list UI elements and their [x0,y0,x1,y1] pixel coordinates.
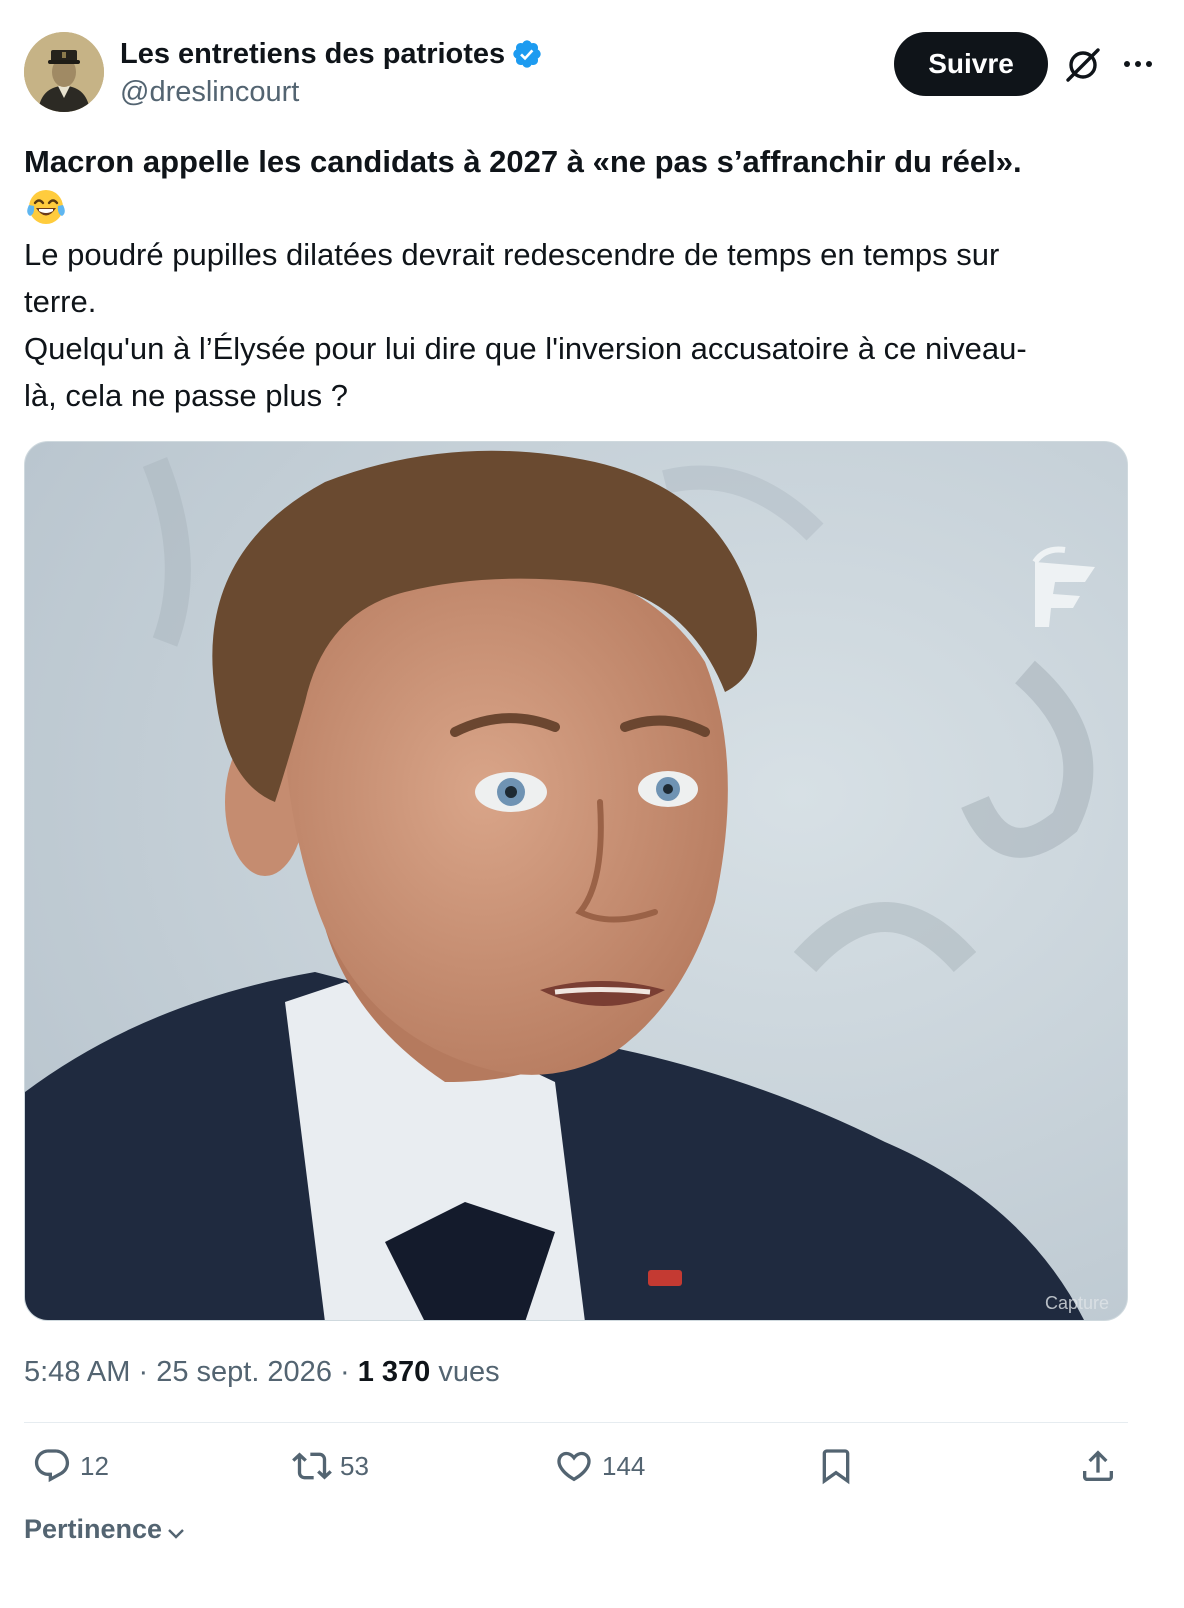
bookmark-button[interactable] [816,1446,856,1486]
author-display-name[interactable]: Les entretiens des patriotes [120,36,505,72]
views-label: vues [430,1356,500,1388]
grok-icon[interactable] [1064,46,1102,84]
divider [24,1422,1128,1423]
share-icon [1083,1450,1113,1481]
author-avatar[interactable] [24,32,104,112]
chevron-down-icon [168,1528,184,1539]
reply-icon [34,1449,70,1483]
meta-separator: · [331,1356,358,1388]
tweet-meta: 5:48 AM · 25 sept. 2026 · 1 370 vues [24,1354,500,1390]
reply-count: 12 [80,1450,109,1481]
tweet-text: Macron appelle les candidats à 2027 à «n… [24,138,1160,419]
tweet-line-4: là, cela ne passe plus ? [24,378,348,413]
tweet-header: Les entretiens des patriotes @dreslincou… [24,32,1160,112]
like-count: 144 [602,1450,646,1481]
tweet-headline: Macron appelle les candidats à 2027 à «n… [24,144,1022,179]
image-watermark: Capture [1044,1293,1109,1313]
author-handle[interactable]: @dreslincourt [120,74,299,110]
meta-separator: · [130,1356,157,1388]
reply-button[interactable]: 12 [32,1446,109,1486]
sort-label: Pertinence [24,1514,163,1544]
share-button[interactable] [1078,1446,1118,1486]
repost-button[interactable]: 53 [292,1446,369,1486]
views-count: 1 370 [357,1356,431,1388]
repost-icon [292,1452,332,1480]
repost-count: 53 [340,1450,369,1481]
tweet-image[interactable]: Capture [24,441,1128,1321]
tears-of-joy-emoji-icon [26,187,66,227]
tweet-line-3: Quelqu'un à l’Élysée pour lui dire que l… [24,331,1027,366]
more-options-icon[interactable] [1120,52,1156,76]
tweet-actions: 12 53 144 [24,1446,1128,1498]
heart-icon [557,1451,591,1482]
follow-button[interactable]: Suivre [894,32,1048,96]
tweet-line-1: Le poudré pupilles dilatées devrait rede… [24,237,1000,272]
verified-badge-icon [511,38,543,70]
tweet-time[interactable]: 5:48 AM [24,1356,130,1388]
tweet-line-2: terre. [24,284,97,319]
tweet-date[interactable]: 25 sept. 2026 [156,1356,332,1388]
replies-sort-dropdown[interactable]: Pertinence [24,1514,188,1545]
author-name-row[interactable]: Les entretiens des patriotes [120,36,543,72]
like-button[interactable]: 144 [554,1446,645,1486]
bookmark-icon [822,1449,850,1485]
